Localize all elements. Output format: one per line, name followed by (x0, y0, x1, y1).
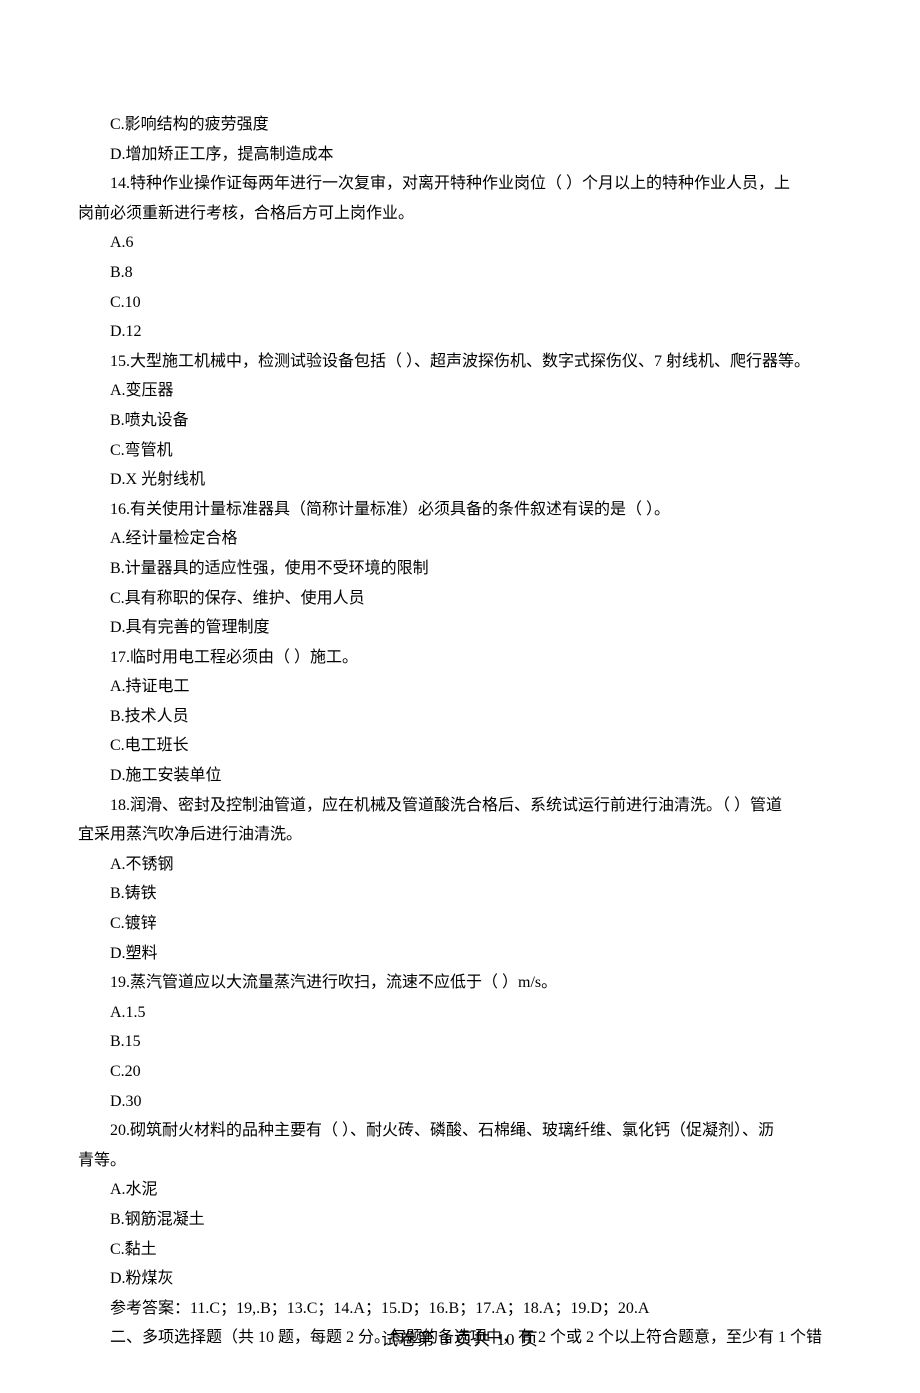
text-line: 15.大型施工机械中，检测试验设备包括（ ）、超声波探伤机、数字式探伤仪、7 射… (78, 347, 842, 377)
text-line: D.12 (78, 317, 842, 347)
text-line: C.20 (78, 1057, 842, 1087)
text-line: 14.特种作业操作证每两年进行一次复审，对离开特种作业岗位（ ）个月以上的特种作… (78, 169, 842, 199)
text-line: B.15 (78, 1027, 842, 1057)
text-line: B.8 (78, 258, 842, 288)
text-line: D.施工安装单位 (78, 761, 842, 791)
page-container: C.影响结构的疲劳强度 D.增加矫正工序，提高制造成本 14.特种作业操作证每两… (0, 0, 920, 1393)
text-line: B.钢筋混凝土 (78, 1205, 842, 1235)
text-line: 20.砌筑耐火材料的品种主要有（ ）、耐火砖、磷酸、石棉绳、玻璃纤维、氯化钙（促… (78, 1116, 842, 1146)
text-line: A.6 (78, 228, 842, 258)
text-line: 17.临时用电工程必须由（ ）施工。 (78, 643, 842, 673)
text-line: D.增加矫正工序，提高制造成本 (78, 140, 842, 170)
text-line: C.10 (78, 288, 842, 318)
text-line-wrap: 岗前必须重新进行考核，合格后方可上岗作业。 (78, 199, 842, 229)
text-line: C.具有称职的保存、维护、使用人员 (78, 584, 842, 614)
text-line: 16.有关使用计量标准器具（简称计量标准）必须具备的条件叙述有误的是（ ）。 (78, 495, 842, 525)
text-line: A.水泥 (78, 1175, 842, 1205)
text-line: D.粉煤灰 (78, 1264, 842, 1294)
text-line: D.30 (78, 1087, 842, 1117)
text-line: 18.润滑、密封及控制油管道，应在机械及管道酸洗合格后、系统试运行前进行油清洗。… (78, 791, 842, 821)
text-line: A.变压器 (78, 376, 842, 406)
text-line: D.塑料 (78, 939, 842, 969)
text-line: C.黏土 (78, 1235, 842, 1265)
text-line: B.铸铁 (78, 879, 842, 909)
text-line: C.影响结构的疲劳强度 (78, 110, 842, 140)
text-line: B.计量器具的适应性强，使用不受环境的限制 (78, 554, 842, 584)
text-line: A.持证电工 (78, 672, 842, 702)
text-line: B.喷丸设备 (78, 406, 842, 436)
text-line-wrap: 青等。 (78, 1146, 842, 1176)
text-line: C.弯管机 (78, 436, 842, 466)
text-line: B.技术人员 (78, 702, 842, 732)
text-line: D.X 光射线机 (78, 465, 842, 495)
text-line: A.不锈钢 (78, 850, 842, 880)
text-line: D.具有完善的管理制度 (78, 613, 842, 643)
text-line: A.1.5 (78, 998, 842, 1028)
answer-line: 参考答案：11.C；19,.B；13.C；14.A；15.D；16.B；17.A… (78, 1294, 842, 1324)
text-line: 19.蒸汽管道应以大流量蒸汽进行吹扫，流速不应低于（ ）m/s。 (78, 968, 842, 998)
text-line: A.经计量检定合格 (78, 524, 842, 554)
text-line-wrap: 宜采用蒸汽吹净后进行油清洗。 (78, 820, 842, 850)
page-footer: 试卷第 3 页共 10 页 (0, 1324, 920, 1355)
text-line: C.镀锌 (78, 909, 842, 939)
text-line: C.电工班长 (78, 731, 842, 761)
